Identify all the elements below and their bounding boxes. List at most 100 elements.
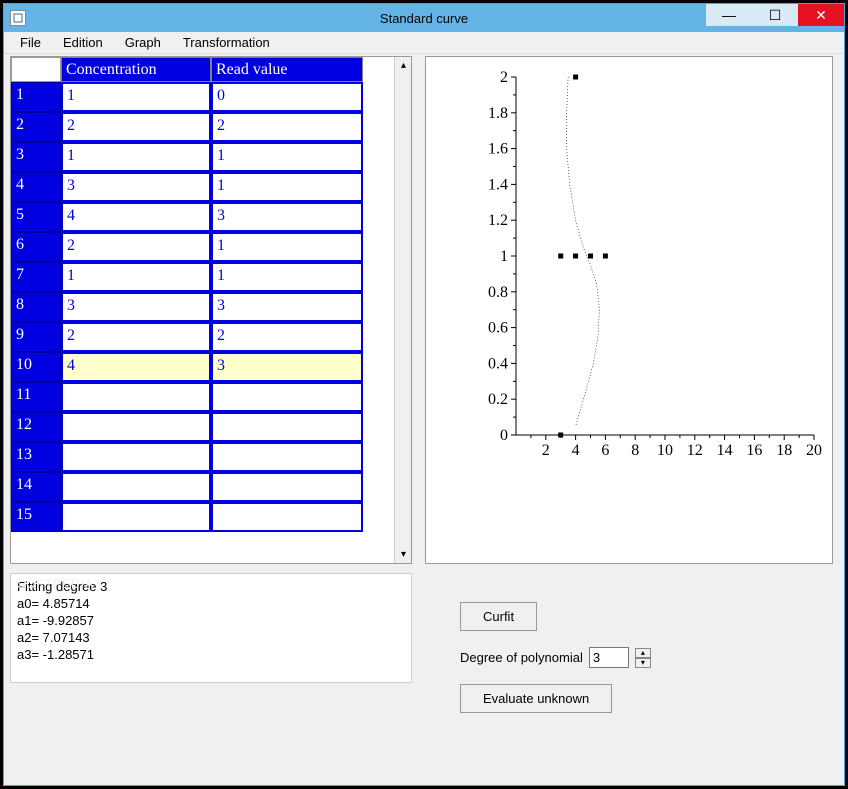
svg-text:1: 1 (500, 248, 508, 265)
cell-concentration[interactable]: 4 (61, 352, 211, 382)
scroll-down-button[interactable]: ▾ (395, 546, 412, 563)
cell-read-value[interactable]: 3 (211, 292, 363, 322)
cell-concentration[interactable]: 2 (61, 322, 211, 352)
maximize-button[interactable]: ☐ (752, 4, 798, 26)
degree-spin-up[interactable]: ▴ (635, 648, 651, 658)
cell-read-value[interactable]: 1 (211, 232, 363, 262)
row-number[interactable]: 5 (11, 202, 61, 232)
cell-concentration[interactable]: 1 (61, 142, 211, 172)
app-icon (10, 10, 26, 26)
table-scrollbar[interactable]: ▴ ▾ (394, 57, 411, 563)
svg-text:14: 14 (717, 442, 733, 459)
svg-text:2: 2 (500, 69, 508, 86)
svg-text:0.2: 0.2 (488, 391, 508, 408)
cell-concentration[interactable] (61, 382, 211, 412)
fit-a2: a2= 7.07143 (17, 629, 405, 646)
svg-text:16: 16 (746, 442, 762, 459)
svg-text:2: 2 (542, 442, 550, 459)
svg-text:0.6: 0.6 (488, 320, 508, 337)
degree-input[interactable] (589, 647, 629, 668)
fit-a1: a1= -9.92857 (17, 612, 405, 629)
svg-text:0: 0 (500, 427, 508, 444)
row-number[interactable]: 11 (11, 382, 61, 412)
curfit-button[interactable]: Curfit (460, 602, 537, 631)
row-number[interactable]: 13 (11, 442, 61, 472)
row-number[interactable]: 9 (11, 322, 61, 352)
row-number[interactable]: 4 (11, 172, 61, 202)
fit-a0: a0= 4.85714 (17, 595, 405, 612)
fit-results-panel: SOFTPEDIA Fitting degree 3 a0= 4.85714 a… (10, 573, 412, 683)
svg-text:1.8: 1.8 (488, 105, 508, 122)
col-header-concentration[interactable]: Concentration (61, 57, 211, 82)
svg-text:0.4: 0.4 (488, 355, 508, 372)
svg-text:1.4: 1.4 (488, 176, 508, 193)
menu-file[interactable]: File (10, 33, 51, 52)
svg-text:1.2: 1.2 (488, 212, 508, 229)
svg-text:8: 8 (631, 442, 639, 459)
cell-concentration[interactable]: 1 (61, 262, 211, 292)
titlebar[interactable]: Standard curve — ☐ ✕ (4, 4, 844, 32)
row-number[interactable]: 2 (11, 112, 61, 142)
cell-read-value[interactable] (211, 412, 363, 442)
cell-read-value[interactable]: 2 (211, 322, 363, 352)
cell-concentration[interactable]: 2 (61, 232, 211, 262)
cell-read-value[interactable] (211, 382, 363, 412)
row-number[interactable]: 10 (11, 352, 61, 382)
cell-read-value[interactable]: 2 (211, 112, 363, 142)
svg-text:6: 6 (601, 442, 609, 459)
menu-transformation[interactable]: Transformation (173, 33, 280, 52)
table-corner (11, 57, 61, 82)
cell-concentration[interactable] (61, 472, 211, 502)
scroll-up-button[interactable]: ▴ (395, 57, 412, 74)
svg-text:12: 12 (687, 442, 703, 459)
degree-label: Degree of polynomial (460, 650, 583, 665)
close-button[interactable]: ✕ (798, 4, 844, 26)
row-number[interactable]: 8 (11, 292, 61, 322)
svg-text:10: 10 (657, 442, 673, 459)
controls-panel: Curfit Degree of polynomial ▴ ▾ Evaluate… (460, 596, 810, 719)
cell-concentration[interactable]: 2 (61, 112, 211, 142)
cell-concentration[interactable]: 3 (61, 172, 211, 202)
cell-read-value[interactable]: 1 (211, 142, 363, 172)
svg-text:20: 20 (806, 442, 822, 459)
svg-text:0.8: 0.8 (488, 284, 508, 301)
evaluate-button[interactable]: Evaluate unknown (460, 684, 612, 713)
svg-text:4: 4 (572, 442, 580, 459)
app-window: Standard curve — ☐ ✕ File Edition Graph … (3, 3, 845, 786)
menu-edition[interactable]: Edition (53, 33, 113, 52)
menu-graph[interactable]: Graph (115, 33, 171, 52)
col-header-read-value[interactable]: Read value (211, 57, 363, 82)
cell-concentration[interactable]: 1 (61, 82, 211, 112)
cell-concentration[interactable] (61, 442, 211, 472)
row-number[interactable]: 6 (11, 232, 61, 262)
minimize-button[interactable]: — (706, 4, 752, 26)
fit-a3: a3= -1.28571 (17, 646, 405, 663)
svg-text:1.6: 1.6 (488, 141, 508, 158)
cell-read-value[interactable]: 3 (211, 352, 363, 382)
svg-text:18: 18 (776, 442, 792, 459)
row-number[interactable]: 15 (11, 502, 61, 532)
row-number[interactable]: 7 (11, 262, 61, 292)
degree-spin-down[interactable]: ▾ (635, 658, 651, 668)
row-number[interactable]: 12 (11, 412, 61, 442)
watermark: SOFTPEDIA (17, 576, 94, 593)
chart-panel: 0 0.2 0.4 0.6 0.8 1 1.2 1.4 1.6 1.8 2 2 4 6 8 10 12 14 16 1… (425, 56, 833, 564)
cell-read-value[interactable]: 1 (211, 262, 363, 292)
cell-concentration[interactable] (61, 412, 211, 442)
cell-read-value[interactable] (211, 442, 363, 472)
cell-read-value[interactable] (211, 502, 363, 532)
chart-svg: 0 0.2 0.4 0.6 0.8 1 1.2 1.4 1.6 1.8 2 2 4 6 8 10 12 14 16 1… (426, 57, 834, 565)
row-number[interactable]: 1 (11, 82, 61, 112)
cell-read-value[interactable]: 1 (211, 172, 363, 202)
cell-concentration[interactable]: 4 (61, 202, 211, 232)
cell-concentration[interactable]: 3 (61, 292, 211, 322)
data-table-panel: ConcentrationRead value11022231143154362… (10, 56, 412, 564)
cell-read-value[interactable]: 0 (211, 82, 363, 112)
cell-read-value[interactable] (211, 472, 363, 502)
cell-concentration[interactable] (61, 502, 211, 532)
cell-read-value[interactable]: 3 (211, 202, 363, 232)
row-number[interactable]: 14 (11, 472, 61, 502)
row-number[interactable]: 3 (11, 142, 61, 172)
menubar: File Edition Graph Transformation (4, 32, 844, 54)
data-table[interactable]: ConcentrationRead value11022231143154362… (11, 57, 411, 532)
